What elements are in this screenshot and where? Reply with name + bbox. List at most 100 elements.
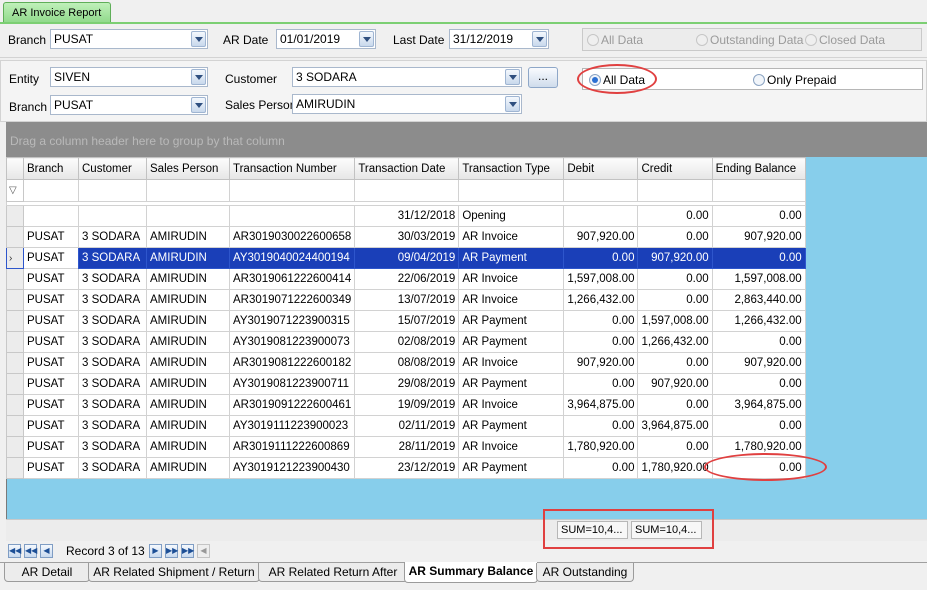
salesperson-combo[interactable]: AMIRUDIN [292,94,522,114]
cell-branch[interactable]: PUSAT [23,352,79,374]
filter-cell[interactable] [146,179,230,202]
cell-transaction-number[interactable]: AY3019081223900073 [228,331,356,353]
cell-customer[interactable]: 3 SODARA [78,415,147,437]
cell-branch[interactable]: PUSAT [23,226,79,248]
filter-cell[interactable] [354,179,460,202]
scroll-left-icon[interactable]: ◀ [197,544,210,558]
cell-branch[interactable]: PUSAT [23,436,79,458]
row-indicator[interactable] [6,226,24,248]
cell-transaction-date[interactable]: 02/11/2019 [354,415,460,437]
cell-customer[interactable]: 3 SODARA [78,394,147,416]
cell-debit[interactable]: 0.00 [563,373,639,395]
cell-sales-person[interactable]: AMIRUDIN [146,436,230,458]
cell-ending-balance[interactable]: 1,266,432.00 [711,310,806,332]
cell-credit[interactable]: 0.00 [637,394,713,416]
row-indicator[interactable] [6,436,24,458]
ardate-picker[interactable]: 01/01/2019 [276,29,376,49]
cell-transaction-type[interactable]: AR Payment [458,310,565,332]
last-record-icon[interactable]: ▶▶ [181,544,194,558]
tab-ar-detail[interactable]: AR Detail [4,563,90,582]
cell-transaction-date[interactable]: 19/09/2019 [354,394,460,416]
filter-cell[interactable] [23,179,79,202]
cell-debit[interactable]: 1,266,432.00 [563,289,639,311]
branch-combo[interactable]: PUSAT [50,95,208,115]
cell-credit[interactable]: 1,780,920.00 [637,457,713,479]
cell-customer[interactable]: 3 SODARA [78,352,147,374]
cell-credit[interactable]: 907,920.00 [637,373,713,395]
col-transaction-type[interactable]: Transaction Type [458,157,565,180]
row-indicator[interactable] [6,415,24,437]
col-sales-person[interactable]: Sales Person [146,157,230,180]
cell-customer[interactable]: 3 SODARA [78,268,147,290]
col-transaction-date[interactable]: Transaction Date [354,157,460,180]
cell-transaction-type[interactable]: AR Payment [458,457,565,479]
table-row[interactable]: 31/12/2018 Opening 0.00 0.00 [6,205,806,227]
cell-debit[interactable]: 907,920.00 [563,226,639,248]
cell-transaction-type[interactable]: AR Payment [458,331,565,353]
lastdate-picker[interactable]: 31/12/2019 [449,29,549,49]
cell-transaction-date[interactable]: 23/12/2019 [354,457,460,479]
table-row[interactable]: PUSAT 3 SODARA AMIRUDIN AY3019111223900023 0… [6,415,806,437]
table-row[interactable]: PUSAT 3 SODARA AMIRUDIN AY3019071223900315 1… [6,310,806,332]
cell-transaction-date[interactable]: 02/08/2019 [354,331,460,353]
chevron-down-icon[interactable] [191,97,206,113]
cell-debit[interactable]: 0.00 [563,310,639,332]
cell-transaction-type[interactable]: AR Payment [458,247,565,269]
filter-cell[interactable] [228,179,356,202]
cell-branch[interactable]: PUSAT [23,268,79,290]
cell-transaction-type[interactable]: AR Invoice [458,352,565,374]
table-row[interactable]: › PUSAT 3 SODARA AMIRUDIN AY3019040024400194… [6,247,806,269]
cell-credit[interactable]: 0.00 [637,352,713,374]
cell-sales-person[interactable] [146,205,230,227]
cell-transaction-date[interactable]: 13/07/2019 [354,289,460,311]
first-record-icon[interactable]: ◀◀ [8,544,21,558]
row-indicator[interactable] [6,352,24,374]
row-indicator[interactable] [6,268,24,290]
col-credit[interactable]: Credit [637,157,713,180]
cell-debit[interactable]: 907,920.00 [563,352,639,374]
cell-transaction-number[interactable]: AR3019030022600658 [228,226,356,248]
cell-ending-balance[interactable]: 907,920.00 [711,226,806,248]
cell-debit[interactable]: 3,964,875.00 [563,394,639,416]
cell-customer[interactable]: 3 SODARA [78,226,147,248]
cell-customer[interactable]: 3 SODARA [78,310,147,332]
table-row[interactable]: PUSAT 3 SODARA AMIRUDIN AY3019121223900430 2… [6,457,806,479]
cell-customer[interactable]: 3 SODARA [78,436,147,458]
row-indicator[interactable] [6,205,24,227]
cell-branch[interactable]: PUSAT [23,457,79,479]
cell-transaction-type[interactable]: AR Invoice [458,289,565,311]
cell-debit[interactable]: 0.00 [563,415,639,437]
table-row[interactable]: PUSAT 3 SODARA AMIRUDIN AR3019030022600658 3… [6,226,806,248]
cell-debit[interactable]: 1,597,008.00 [563,268,639,290]
cell-branch[interactable]: PUSAT [23,310,79,332]
cell-transaction-date[interactable]: 22/06/2019 [354,268,460,290]
customer-lookup-button[interactable]: ... [528,67,558,88]
entity-combo[interactable]: SIVEN [50,67,208,87]
cell-transaction-number[interactable]: AR3019091222600461 [228,394,356,416]
cell-customer[interactable]: 3 SODARA [78,457,147,479]
cell-transaction-number[interactable]: AR3019111222600869 [228,436,356,458]
table-row[interactable]: PUSAT 3 SODARA AMIRUDIN AY3019081223900073 0… [6,331,806,353]
cell-transaction-date[interactable]: 08/08/2019 [354,352,460,374]
col-debit[interactable]: Debit [563,157,639,180]
tab-ar-related-return-after[interactable]: AR Related Return After [258,563,408,582]
cell-credit[interactable]: 1,597,008.00 [637,310,713,332]
chevron-down-icon[interactable] [191,31,206,47]
prev-page-icon[interactable]: ◀◀ [24,544,37,558]
cell-credit[interactable]: 0.00 [637,205,713,227]
row-indicator[interactable] [6,310,24,332]
chevron-down-icon[interactable] [191,69,206,85]
cell-branch[interactable]: PUSAT [23,289,79,311]
cell-transaction-type[interactable]: AR Invoice [458,268,565,290]
tab-ar-summary-balance[interactable]: AR Summary Balance [404,562,538,583]
tab-ar-related-shipment[interactable]: AR Related Shipment / Return [88,563,260,582]
cell-sales-person[interactable]: AMIRUDIN [146,352,230,374]
cell-transaction-type[interactable]: AR Invoice [458,226,565,248]
current-row-icon[interactable]: › [6,247,24,269]
chevron-down-icon[interactable] [359,31,374,47]
next-page-icon[interactable]: ▶▶ [165,544,178,558]
cell-sales-person[interactable]: AMIRUDIN [146,415,230,437]
cell-customer[interactable]: 3 SODARA [78,247,147,269]
cell-branch[interactable]: PUSAT [23,373,79,395]
cell-ending-balance[interactable]: 0.00 [711,247,806,269]
